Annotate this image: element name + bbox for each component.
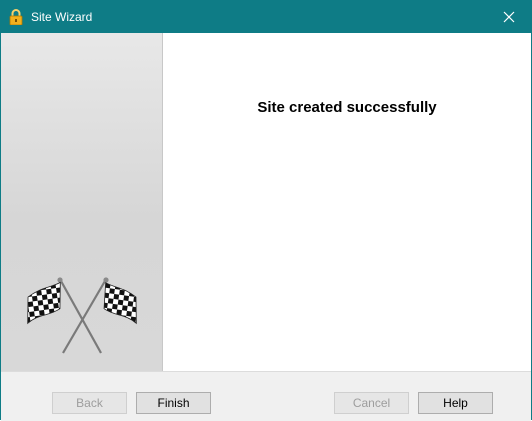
finish-button[interactable]: Finish (136, 392, 211, 414)
wizard-content: Site created successfully (163, 33, 531, 371)
wizard-sidebar (1, 33, 163, 371)
close-button[interactable] (487, 1, 531, 33)
close-icon (503, 11, 515, 23)
padlock-icon (9, 9, 23, 26)
title-bar[interactable]: Site Wizard (1, 1, 531, 33)
help-button[interactable]: Help (418, 392, 493, 414)
checkered-flags-icon (27, 277, 137, 354)
success-heading: Site created successfully (257, 99, 437, 116)
site-wizard-window: Site Wizard Site created successfully Ba… (0, 0, 532, 421)
wizard-footer: Back Finish Cancel Help (1, 371, 531, 421)
window-title: Site Wizard (31, 10, 93, 24)
cancel-button[interactable]: Cancel (334, 392, 409, 414)
back-button[interactable]: Back (52, 392, 127, 414)
